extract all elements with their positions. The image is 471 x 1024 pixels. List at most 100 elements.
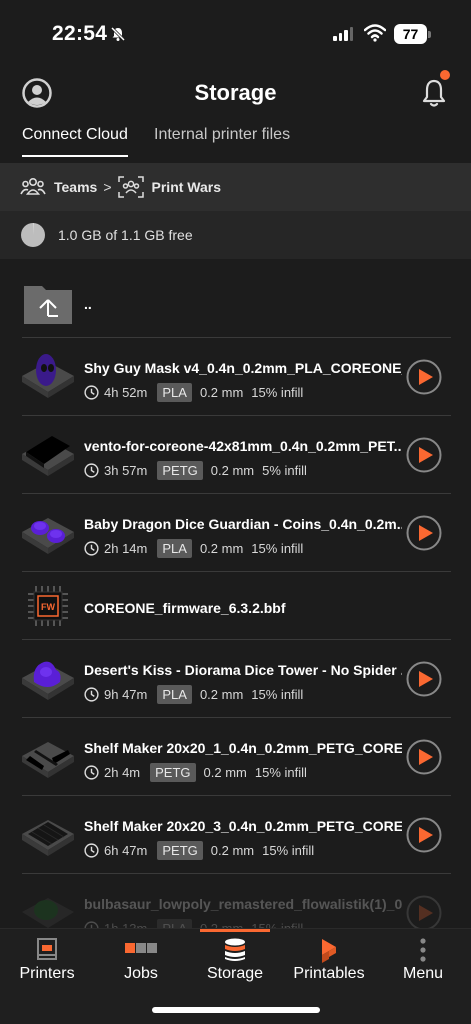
list-item-file[interactable]: Desert's Kiss - Diorama Dice Tower - No … xyxy=(0,640,471,718)
file-name: Shelf Maker 20x20_1_0.4n_0.2mm_PETG_CORE… xyxy=(84,740,402,756)
team-group-icon xyxy=(117,176,144,198)
chevron-right-icon: > xyxy=(103,179,112,195)
play-print-button[interactable] xyxy=(406,817,442,853)
print-time: 6h 47m xyxy=(104,843,148,858)
list-item-file[interactable]: Shy Guy Mask v4_0.4n_0.2mm_PLA_COREONE_.… xyxy=(0,338,471,416)
infill: 5% infill xyxy=(262,463,307,478)
print-time: 3h 57m xyxy=(104,463,148,478)
layer-height: 0.2 mm xyxy=(210,463,255,478)
breadcrumb: Teams > Print Wars xyxy=(0,163,471,211)
tab-connect-cloud[interactable]: Connect Cloud xyxy=(22,126,128,144)
file-name: .. xyxy=(84,296,92,312)
play-print-button[interactable] xyxy=(406,515,442,551)
file-name: Shelf Maker 20x20_3_0.4n_0.2mm_PETG_CORE… xyxy=(84,818,402,834)
file-name: Desert's Kiss - Diorama Dice Tower - No … xyxy=(84,662,402,678)
active-tab-underline xyxy=(22,155,128,157)
file-name: bulbasaur_lowpoly_remastered_flowalistik… xyxy=(84,896,402,912)
material-badge: PETG xyxy=(157,841,203,860)
nav-label: Menu xyxy=(402,965,444,982)
file-meta: 4h 52m PLA 0.2 mm 15% infill xyxy=(84,383,303,402)
model-thumbnail xyxy=(22,820,74,856)
layer-height: 0.2 mm xyxy=(199,385,244,400)
file-meta: 6h 47m PETG 0.2 mm 15% infill xyxy=(84,841,314,860)
storage-usage-bar: 1.0 GB of 1.1 GB free xyxy=(0,211,471,259)
file-name: Baby Dragon Dice Guardian - Coins_0.4n_0… xyxy=(84,516,402,532)
play-print-button[interactable] xyxy=(406,739,442,775)
notification-dot xyxy=(440,70,450,80)
file-meta: 2h 14m PLA 0.2 mm 15% infill xyxy=(84,539,303,558)
model-thumbnail xyxy=(22,661,74,700)
infill: 15% infill xyxy=(251,541,304,556)
battery-indicator: 77 xyxy=(394,24,427,44)
material-badge: PETG xyxy=(157,461,203,480)
tab-internal-printer-files[interactable]: Internal printer files xyxy=(154,126,290,144)
clock-icon xyxy=(84,843,99,858)
breadcrumb-printer[interactable]: Print Wars xyxy=(152,179,222,195)
play-print-button[interactable] xyxy=(406,437,442,473)
clock-icon xyxy=(84,385,99,400)
storage-icon xyxy=(225,938,245,961)
file-name: COREONE_firmware_6.3.2.bbf xyxy=(84,600,286,616)
list-item-folder-up[interactable]: .. xyxy=(0,268,471,338)
nav-label: Storage xyxy=(206,965,264,982)
print-time: 4h 52m xyxy=(104,385,148,400)
material-badge: PLA xyxy=(157,383,192,402)
firmware-label: FW xyxy=(41,602,55,612)
file-meta: 3h 57m PETG 0.2 mm 5% infill xyxy=(84,461,307,480)
nav-label: Printers xyxy=(19,965,75,982)
nav-label: Printables xyxy=(293,965,365,982)
nav-label: Jobs xyxy=(124,965,158,982)
firmware-chip-icon: FW xyxy=(28,586,68,626)
play-print-button[interactable] xyxy=(406,895,442,931)
menu-dots-icon xyxy=(420,938,426,962)
material-badge: PLA xyxy=(157,539,192,558)
model-thumbnail xyxy=(22,742,74,778)
infill: 15% infill xyxy=(251,687,304,702)
nav-printers[interactable]: Printers xyxy=(0,929,94,999)
printables-icon xyxy=(322,939,336,963)
infill: 15% infill xyxy=(262,843,315,858)
list-item-file[interactable]: vento-for-coreone-42x81mm_0.4n_0.2mm_PET… xyxy=(0,416,471,494)
model-thumbnail xyxy=(22,518,74,554)
bell-muted-icon xyxy=(110,26,126,42)
cellular-signal-icon xyxy=(333,27,353,41)
battery-nub xyxy=(428,31,431,38)
file-meta: 9h 47m PLA 0.2 mm 15% infill xyxy=(84,685,303,704)
home-indicator[interactable] xyxy=(152,1007,320,1013)
file-meta: 2h 4m PETG 0.2 mm 15% infill xyxy=(84,763,307,782)
printer-icon xyxy=(37,938,57,960)
print-time: 2h 4m xyxy=(104,765,141,780)
list-item-file[interactable]: Shelf Maker 20x20_1_0.4n_0.2mm_PETG_CORE… xyxy=(0,718,471,796)
model-thumbnail xyxy=(22,354,74,398)
nav-storage[interactable]: Storage xyxy=(188,929,282,999)
layer-height: 0.2 mm xyxy=(203,765,247,780)
list-item-firmware[interactable]: FW COREONE_firmware_6.3.2.bbf xyxy=(0,572,471,640)
storage-tabs: Connect Cloud Internal printer files xyxy=(0,122,471,162)
breadcrumb-teams[interactable]: Teams xyxy=(54,179,97,195)
file-name: vento-for-coreone-42x81mm_0.4n_0.2mm_PET… xyxy=(84,438,402,454)
play-print-button[interactable] xyxy=(406,661,442,697)
print-time: 2h 14m xyxy=(104,541,148,556)
list-item-file[interactable]: Baby Dragon Dice Guardian - Coins_0.4n_0… xyxy=(0,494,471,572)
status-time: 22:54 xyxy=(52,22,108,45)
nav-jobs[interactable]: Jobs xyxy=(94,929,188,999)
jobs-icon xyxy=(125,943,157,953)
layer-height: 0.2 mm xyxy=(199,541,244,556)
clock-icon xyxy=(84,463,99,478)
nav-printables[interactable]: Printables xyxy=(282,929,376,999)
layer-height: 0.2 mm xyxy=(210,843,255,858)
teams-icon xyxy=(20,177,46,195)
status-bar: 22:54 77 xyxy=(0,0,471,70)
infill: 15% infill xyxy=(254,765,307,780)
file-name: Shy Guy Mask v4_0.4n_0.2mm_PLA_COREONE_.… xyxy=(84,360,402,376)
nav-menu[interactable]: Menu xyxy=(376,929,470,999)
notifications-bell-icon[interactable] xyxy=(420,78,448,108)
list-item-file[interactable]: Shelf Maker 20x20_3_0.4n_0.2mm_PETG_CORE… xyxy=(0,796,471,874)
folder-up-icon xyxy=(24,286,72,324)
wifi-icon xyxy=(364,24,386,42)
storage-free-text: 1.0 GB of 1.1 GB free xyxy=(58,227,193,243)
print-time: 9h 47m xyxy=(104,687,148,702)
play-print-button[interactable] xyxy=(406,359,442,395)
page-title: Storage xyxy=(194,80,277,105)
storage-pie-icon xyxy=(21,222,45,247)
